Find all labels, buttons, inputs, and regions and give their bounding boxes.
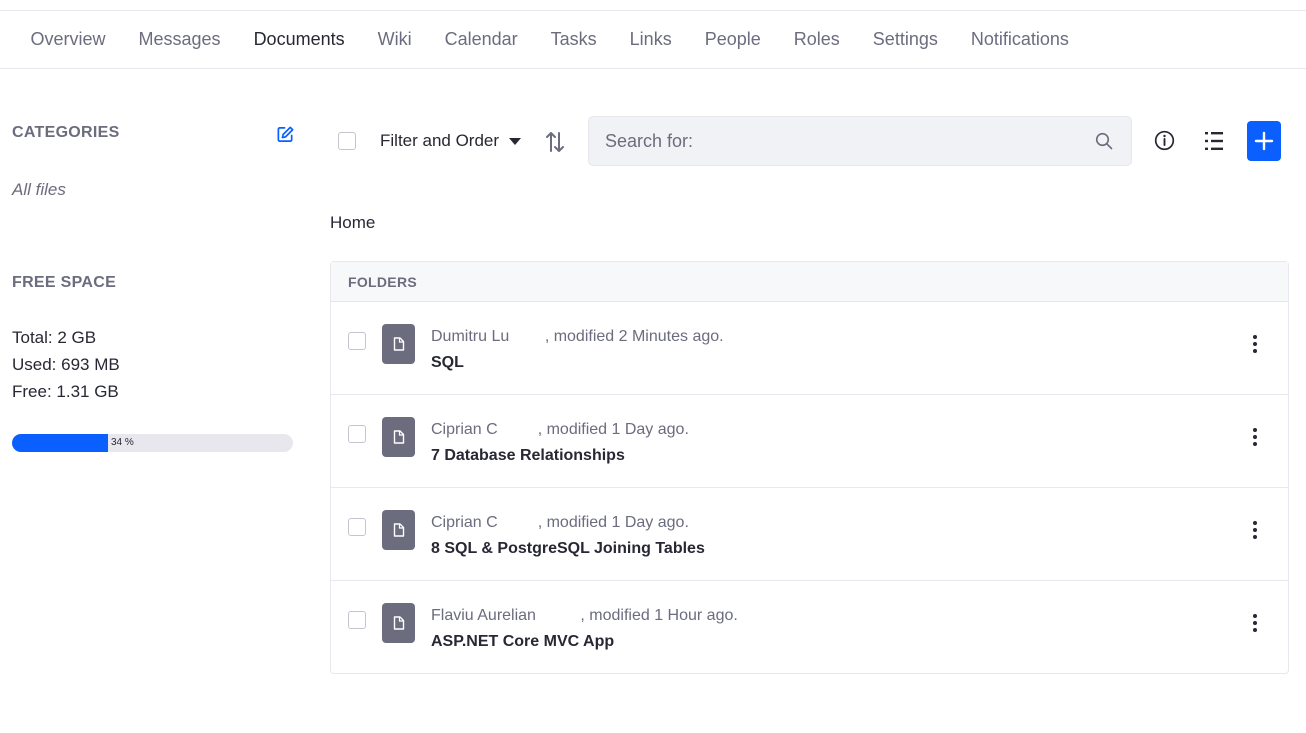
folders-panel: FOLDERS Dumitru Lu , modified 2 Minutes …	[330, 261, 1289, 674]
document-icon	[393, 616, 404, 630]
document-sticker	[382, 324, 415, 364]
folder-meta: Dumitru Lu , modified 2 Minutes ago.	[431, 328, 724, 345]
document-sticker	[382, 417, 415, 457]
search-icon[interactable]	[1095, 132, 1113, 150]
info-icon[interactable]	[1154, 130, 1175, 151]
site-navigation: Overview Messages Documents Wiki Calenda…	[0, 11, 1306, 69]
breadcrumb-home[interactable]: Home	[330, 213, 375, 233]
search-input[interactable]	[605, 130, 1085, 152]
folder-row[interactable]: Flaviu Aurelian , modified 1 Hour ago. A…	[331, 581, 1288, 674]
kebab-menu-icon[interactable]	[1247, 518, 1263, 542]
folder-meta: Ciprian C , modified 1 Day ago.	[431, 421, 689, 438]
folder-title[interactable]: 8 SQL & PostgreSQL Joining Tables	[431, 540, 705, 558]
kebab-menu-icon[interactable]	[1247, 332, 1263, 356]
search-bar	[588, 116, 1132, 166]
row-checkbox[interactable]	[348, 611, 366, 629]
folder-title[interactable]: 7 Database Relationships	[431, 447, 625, 465]
folder-meta: Ciprian C , modified 1 Day ago.	[431, 514, 689, 531]
space-free: Free: 1.31 GB	[12, 382, 119, 401]
nav-roles[interactable]: Roles	[777, 29, 856, 50]
usage-progress-label: 34 %	[111, 437, 134, 448]
nav-tasks[interactable]: Tasks	[534, 29, 613, 50]
free-space-title: FREE SPACE	[12, 274, 117, 291]
filter-and-order-label: Filter and Order	[380, 131, 500, 150]
row-checkbox[interactable]	[348, 518, 366, 536]
nav-calendar[interactable]: Calendar	[428, 29, 534, 50]
document-icon	[393, 430, 404, 444]
folders-header: FOLDERS	[331, 262, 1288, 302]
add-button[interactable]	[1247, 121, 1281, 161]
folder-title[interactable]: ASP.NET Core MVC App	[431, 633, 614, 651]
document-icon	[393, 337, 404, 351]
usage-progress-bar	[12, 434, 293, 452]
row-checkbox[interactable]	[348, 332, 366, 350]
nav-links[interactable]: Links	[613, 29, 688, 50]
document-sticker	[382, 510, 415, 550]
kebab-menu-icon[interactable]	[1247, 611, 1263, 635]
folder-title[interactable]: SQL	[431, 354, 464, 372]
document-sticker	[382, 603, 415, 643]
nav-wiki[interactable]: Wiki	[361, 29, 428, 50]
space-total: Total: 2 GB	[12, 328, 97, 347]
folder-row[interactable]: Ciprian C , modified 1 Day ago. 8 SQL & …	[331, 488, 1288, 581]
edit-pencil-icon[interactable]	[276, 125, 295, 144]
nav-overview[interactable]: Overview	[14, 29, 122, 50]
nav-notifications[interactable]: Notifications	[954, 29, 1085, 50]
folder-row[interactable]: Dumitru Lu , modified 2 Minutes ago. SQL	[331, 302, 1288, 395]
nav-documents[interactable]: Documents	[237, 29, 361, 50]
plus-icon	[1254, 131, 1274, 151]
filter-and-order-dropdown[interactable]: Filter and Order	[380, 131, 522, 151]
usage-progress-fill	[12, 434, 108, 452]
folder-row[interactable]: Ciprian C , modified 1 Day ago. 7 Databa…	[331, 395, 1288, 488]
list-view-icon[interactable]	[1203, 130, 1225, 152]
sort-icon[interactable]	[544, 130, 566, 154]
select-all-checkbox[interactable]	[338, 132, 356, 150]
caret-down-icon	[509, 137, 522, 145]
folder-meta: Flaviu Aurelian , modified 1 Hour ago.	[431, 607, 738, 624]
nav-messages[interactable]: Messages	[122, 29, 237, 50]
nav-settings[interactable]: Settings	[856, 29, 954, 50]
document-icon	[393, 523, 404, 537]
row-checkbox[interactable]	[348, 425, 366, 443]
space-used: Used: 693 MB	[12, 355, 120, 374]
nav-people[interactable]: People	[688, 29, 777, 50]
category-all-files[interactable]: All files	[12, 180, 66, 200]
kebab-menu-icon[interactable]	[1247, 425, 1263, 449]
categories-title: CATEGORIES	[12, 124, 120, 141]
